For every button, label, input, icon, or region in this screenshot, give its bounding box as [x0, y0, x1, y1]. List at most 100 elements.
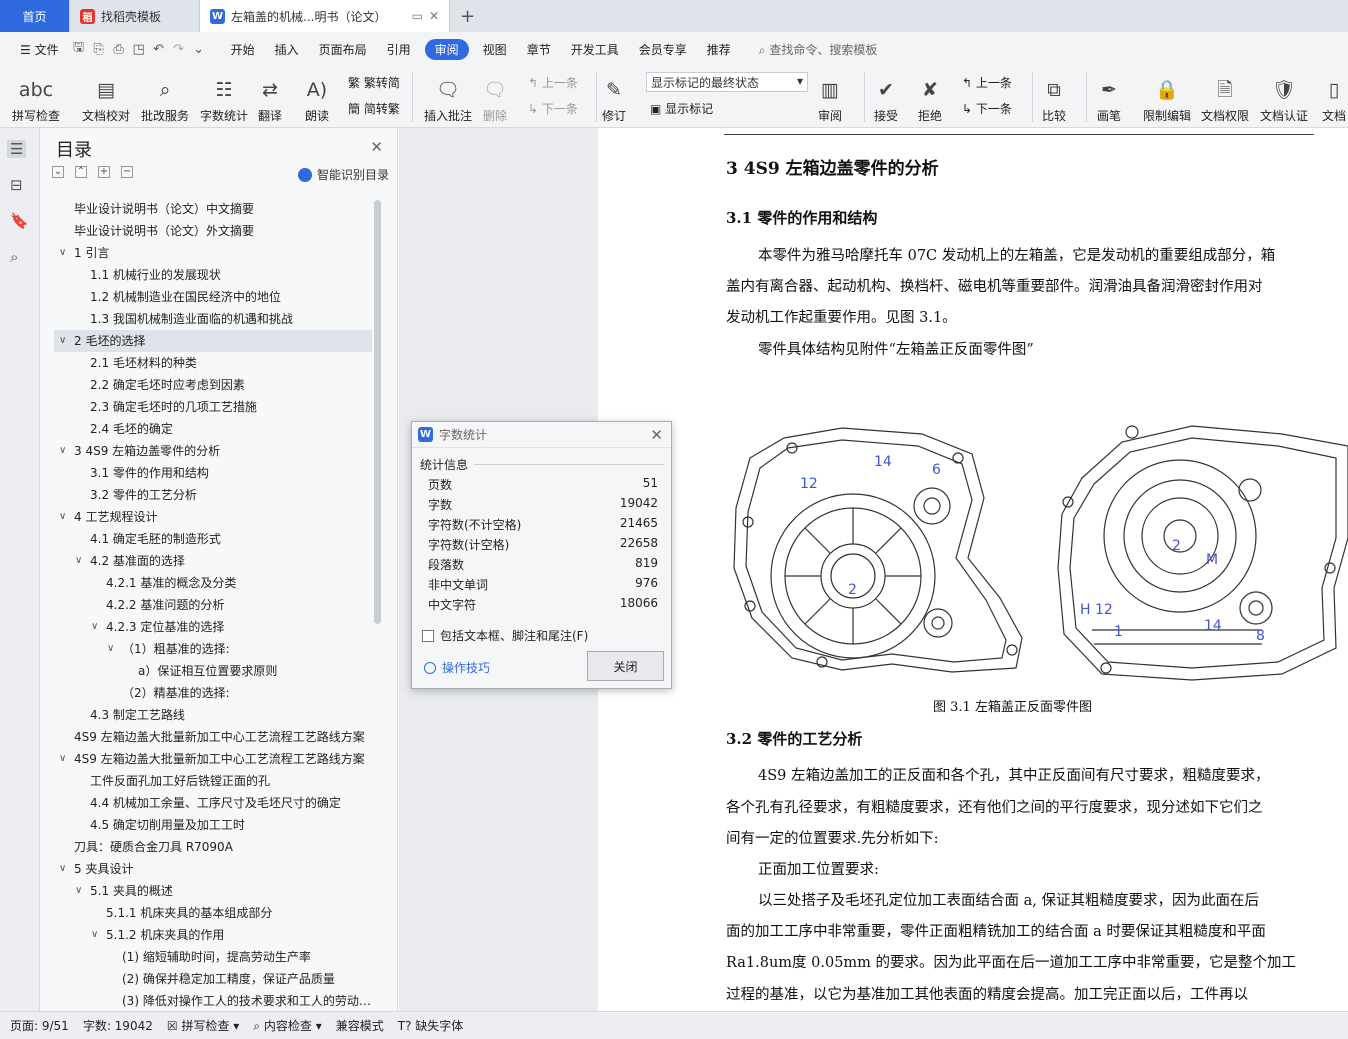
missing-font-status[interactable]: T? 缺失字体: [398, 1017, 464, 1034]
prev-comment-button[interactable]: ↰ 上一条: [528, 74, 578, 91]
find-icon[interactable]: ⌕: [10, 248, 18, 266]
tips-link[interactable]: 操作技巧: [424, 659, 490, 676]
toc-item[interactable]: 1.2 机械制造业在国民经济中的地位: [54, 286, 372, 308]
compare-button[interactable]: ⧉ 比较: [1042, 70, 1066, 124]
next-change-button[interactable]: ↳ 下一条: [962, 100, 1012, 117]
menu-start[interactable]: 开始: [221, 41, 265, 58]
spell-check-status[interactable]: ☒ 拼写检查 ▾: [167, 1017, 239, 1034]
expand-all-icon[interactable]: ⌄: [52, 166, 64, 178]
collapse-all-icon[interactable]: ⌃: [75, 166, 87, 178]
close-icon[interactable]: ✕: [650, 426, 663, 444]
toc-item[interactable]: 1.3 我国机械制造业面临的机遇和挑战: [54, 308, 372, 330]
reject-button[interactable]: ✘ 拒绝: [918, 70, 942, 124]
toc-item[interactable]: ∨ 2 毛坯的选择: [54, 330, 372, 352]
export-icon[interactable]: ⎘: [89, 42, 109, 57]
toc-item[interactable]: 2.2 确定毛坯时应考虑到因素: [54, 374, 372, 396]
chapter-nav-icon[interactable]: ⊟: [10, 176, 23, 194]
toc-item[interactable]: 工件反面孔加工好后铣镗正面的孔: [54, 770, 372, 792]
menu-view[interactable]: 视图: [473, 41, 517, 58]
chevron-down-icon[interactable]: ∨: [91, 616, 98, 638]
content-check-status[interactable]: ⌕ 内容检查 ▾: [253, 1017, 321, 1034]
file-menu[interactable]: ☰ 文件: [10, 41, 69, 58]
show-markup-button[interactable]: ▣ 显示标记: [650, 100, 713, 117]
proofread-button[interactable]: ▤ 文档校对: [82, 70, 130, 124]
menu-recommend[interactable]: 推荐: [697, 41, 741, 58]
bookmark-icon[interactable]: 🔖: [10, 212, 29, 230]
toc-item[interactable]: 2.4 毛坯的确定: [54, 418, 372, 440]
chevron-down-icon[interactable]: ∨: [107, 638, 114, 660]
toc-item[interactable]: 4.3 制定工艺路线: [54, 704, 372, 726]
chevron-down-icon[interactable]: ∨: [59, 330, 66, 352]
chevron-down-icon[interactable]: ∨: [59, 748, 66, 770]
command-search[interactable]: ⌕ 查找命令、搜索模板: [759, 41, 878, 58]
batch-service-button[interactable]: ⌕ 批改服务: [141, 70, 189, 124]
toc-item[interactable]: ∨ 5 夹具设计: [54, 858, 372, 880]
remove-heading-icon[interactable]: −: [121, 166, 133, 178]
restrict-edit-button[interactable]: 🔒 限制编辑: [1143, 70, 1191, 124]
toc-scrollbar[interactable]: [374, 200, 381, 624]
compat-mode[interactable]: 兼容模式: [336, 1017, 384, 1034]
toc-item[interactable]: ∨ 3 4S9 左箱边盖零件的分析: [54, 440, 372, 462]
toc-item[interactable]: a）保证相互位置要求原则: [54, 660, 372, 682]
chevron-down-icon[interactable]: ∨: [59, 242, 66, 264]
pen-button[interactable]: ✒ 画笔: [1097, 70, 1121, 124]
read-aloud-button[interactable]: A) 朗读: [305, 70, 329, 124]
smart-toc-button[interactable]: 智能识别目录: [297, 166, 389, 183]
new-tab-button[interactable]: +: [450, 0, 485, 32]
toc-item[interactable]: 4.5 确定切削用量及加工工时: [54, 814, 372, 836]
chevron-down-icon[interactable]: ∨: [91, 924, 98, 946]
chevron-down-icon[interactable]: ∨: [75, 550, 82, 572]
translate-button[interactable]: ⇄ 翻译: [258, 70, 282, 124]
toc-item[interactable]: ∨ 1 引言: [54, 242, 372, 264]
menu-member[interactable]: 会员专享: [629, 41, 697, 58]
spell-check-button[interactable]: abc 拼写检查: [12, 70, 60, 124]
screen-icon[interactable]: ▭: [412, 9, 423, 23]
toc-item[interactable]: 毕业设计说明书（论文）外文摘要: [54, 220, 372, 242]
prev-change-button[interactable]: ↰ 上一条: [962, 74, 1012, 91]
undo-icon[interactable]: ↶: [149, 42, 169, 57]
toc-item[interactable]: 4S9 左箱边盖大批量新加工中心工艺流程工艺路线方案: [54, 726, 372, 748]
word-count-indicator[interactable]: 字数: 19042: [83, 1017, 153, 1034]
toc-item[interactable]: (3) 降低对操作工人的技术要求和工人的劳动强度: [54, 990, 372, 1011]
tab-home[interactable]: 首页: [0, 0, 70, 32]
toc-item[interactable]: ∨ 4 工艺规程设计: [54, 506, 372, 528]
toc-item[interactable]: 毕业设计说明书（论文）中文摘要: [54, 198, 372, 220]
toc-item[interactable]: (2) 确保并稳定加工精度，保证产品质量: [54, 968, 372, 990]
chevron-down-icon[interactable]: ∨: [59, 440, 66, 462]
doc-permission-button[interactable]: 🗎 文档权限: [1201, 70, 1249, 124]
print-icon[interactable]: ⎙: [109, 42, 129, 57]
tab-templates[interactable]: 稻 找稻壳模板: [70, 0, 200, 32]
toc-item[interactable]: 1.1 机械行业的发展现状: [54, 264, 372, 286]
menu-review[interactable]: 审阅: [424, 38, 469, 60]
menu-reference[interactable]: 引用: [377, 41, 421, 58]
add-heading-icon[interactable]: +: [98, 166, 110, 178]
next-comment-button[interactable]: ↳ 下一条: [528, 100, 578, 117]
chevron-down-icon[interactable]: ∨: [59, 506, 66, 528]
toc-item[interactable]: ∨ 5.1 夹具的概述: [54, 880, 372, 902]
toc-item[interactable]: ∨ 4S9 左箱边盖大批量新加工中心工艺流程工艺路线方案: [54, 748, 372, 770]
toc-item[interactable]: ∨ 4.2 基准面的选择: [54, 550, 372, 572]
toc-item[interactable]: 2.3 确定毛坯时的几项工艺措施: [54, 396, 372, 418]
toc-item[interactable]: 刀具：硬质合金刀具 R7090A: [54, 836, 372, 858]
toc-item[interactable]: （2）精基准的选择:: [54, 682, 372, 704]
include-textbox-checkbox[interactable]: 包括文本框、脚注和尾注(F): [422, 627, 588, 644]
menu-layout[interactable]: 页面布局: [309, 41, 377, 58]
tab-document[interactable]: W 左箱盖的机械...明书（论文） ▭ ✕: [200, 0, 450, 32]
menu-developer[interactable]: 开发工具: [561, 41, 629, 58]
dialog-titlebar[interactable]: W 字数统计: [412, 422, 671, 448]
menu-chapter[interactable]: 章节: [517, 41, 561, 58]
doc-more-button[interactable]: ▯ 文档: [1322, 70, 1346, 124]
toc-item[interactable]: (1) 缩短辅助时间，提高劳动生产率: [54, 946, 372, 968]
toc-item[interactable]: 4.1 确定毛胚的制造形式: [54, 528, 372, 550]
doc-certify-button[interactable]: 🛡 文档认证: [1260, 70, 1308, 124]
toc-item[interactable]: 5.1.1 机床夹具的基本组成部分: [54, 902, 372, 924]
close-icon[interactable]: ✕: [370, 138, 383, 156]
toc-item[interactable]: 2.1 毛坯材料的种类: [54, 352, 372, 374]
close-button[interactable]: 关闭: [587, 651, 664, 681]
markup-state-select[interactable]: 显示标记的最终状态 ▾: [646, 72, 808, 92]
simplified-to-traditional-button[interactable]: 簡 简转繁: [348, 100, 400, 117]
review-dropdown-button[interactable]: ▥ 审阅: [818, 70, 842, 124]
more-quick-icon[interactable]: ⌄: [189, 42, 209, 57]
toc-pane-icon[interactable]: ☰: [7, 140, 27, 158]
delete-comment-button[interactable]: 🗨 删除: [483, 70, 507, 124]
